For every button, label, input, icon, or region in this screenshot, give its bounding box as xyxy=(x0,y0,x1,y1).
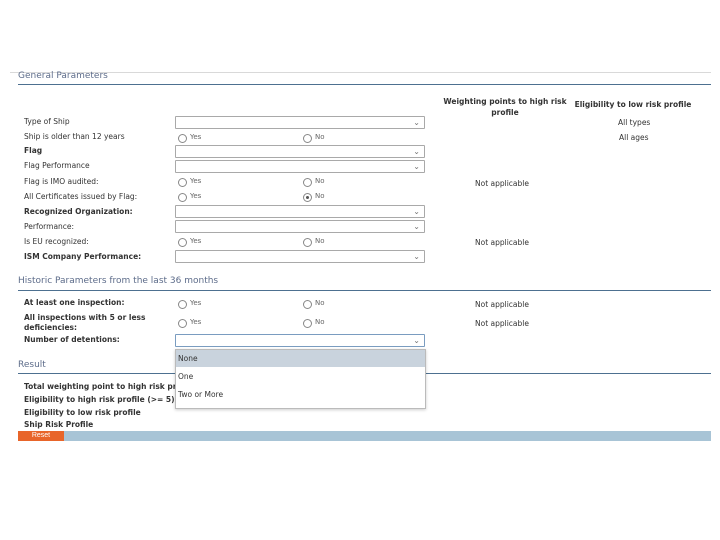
flag-imo-weighting: Not applicable xyxy=(475,179,529,188)
ism-performance-select[interactable]: ⌄ xyxy=(175,250,425,263)
historic-parameters-title: Historic Parameters from the last 36 mon… xyxy=(18,276,219,286)
inspection-weighting: Not applicable xyxy=(475,300,529,309)
ship-older-yes-radio[interactable] xyxy=(178,134,187,143)
inspection-no-label: No xyxy=(315,299,325,307)
total-weighting-label: Total weighting point to high risk profi… xyxy=(24,382,195,391)
certificates-yes-radio[interactable] xyxy=(178,193,187,202)
general-parameters-divider xyxy=(18,84,711,85)
certificates-yes-label: Yes xyxy=(190,192,202,200)
eu-no-radio[interactable] xyxy=(303,238,312,247)
flag-imo-label: Flag is IMO audited: xyxy=(24,177,99,186)
detention-option-none[interactable]: None xyxy=(176,350,425,367)
inspection-label: At least one inspection: xyxy=(24,298,125,307)
top-divider xyxy=(10,72,711,73)
type-of-ship-label: Type of Ship xyxy=(24,117,70,126)
chevron-down-icon: ⌄ xyxy=(413,162,420,171)
flag-imo-no-radio[interactable] xyxy=(303,178,312,187)
deficiencies-no-label: No xyxy=(315,318,325,326)
performance-label: Performance: xyxy=(24,222,75,231)
chevron-down-icon: ⌄ xyxy=(413,147,420,156)
flag-imo-no-label: No xyxy=(315,177,325,185)
eu-weighting: Not applicable xyxy=(475,238,529,247)
performance-select[interactable]: ⌄ xyxy=(175,220,425,233)
chevron-down-icon: ⌄ xyxy=(413,207,420,216)
ism-performance-label: ISM Company Performance: xyxy=(24,252,142,261)
detention-option-one[interactable]: One xyxy=(176,368,425,385)
detention-option-two-or-more[interactable]: Two or More xyxy=(176,386,425,403)
deficiencies-weighting: Not applicable xyxy=(475,319,529,328)
deficiencies-label: All inspections with 5 or less deficienc… xyxy=(24,313,146,332)
eligibility-column-header: Eligibility to low risk profile xyxy=(574,100,692,109)
chevron-down-icon: ⌄ xyxy=(413,118,420,127)
deficiencies-yes-radio[interactable] xyxy=(178,319,187,328)
general-parameters-title: General Parameters xyxy=(18,71,108,81)
eu-no-label: No xyxy=(315,237,325,245)
detentions-label: Number of detentions: xyxy=(24,335,120,344)
low-risk-eligibility-label: Eligibility to low risk profile xyxy=(24,408,141,417)
inspection-yes-label: Yes xyxy=(190,299,202,307)
chevron-down-icon: ⌄ xyxy=(413,252,420,261)
chevron-down-icon: ⌄ xyxy=(413,222,420,231)
flag-imo-yes-label: Yes xyxy=(190,177,202,185)
detentions-dropdown-list: None One Two or More xyxy=(175,349,426,409)
eu-recognized-label: Is EU recognized: xyxy=(24,237,89,246)
recognized-org-select[interactable]: ⌄ xyxy=(175,205,425,218)
deficiencies-yes-label: Yes xyxy=(190,318,202,326)
flag-imo-yes-radio[interactable] xyxy=(178,178,187,187)
chevron-down-icon: ⌄ xyxy=(413,336,420,345)
flag-performance-label: Flag Performance xyxy=(24,161,90,170)
flag-label: Flag xyxy=(24,146,43,155)
type-of-ship-select[interactable]: ⌄ xyxy=(175,116,425,129)
inspection-no-radio[interactable] xyxy=(303,300,312,309)
result-title: Result xyxy=(18,360,46,370)
recognized-org-label: Recognized Organization: xyxy=(24,207,133,216)
reset-button[interactable]: Reset xyxy=(18,431,64,441)
certificates-no-label: No xyxy=(315,192,325,200)
flag-select[interactable]: ⌄ xyxy=(175,145,425,158)
detentions-select[interactable]: ⌄ xyxy=(175,334,425,347)
inspection-yes-radio[interactable] xyxy=(178,300,187,309)
ship-older-no-label: No xyxy=(315,133,325,141)
ship-older-no-radio[interactable] xyxy=(303,134,312,143)
eu-yes-radio[interactable] xyxy=(178,238,187,247)
certificates-no-radio[interactable] xyxy=(303,193,312,202)
ship-older-eligibility: All ages xyxy=(619,133,649,142)
footer-bar xyxy=(18,431,711,441)
weighting-column-header: Weighting points to high risk profile xyxy=(443,97,567,117)
high-risk-eligibility-label: Eligibility to high risk profile (>= 5) xyxy=(24,395,175,404)
historic-parameters-divider xyxy=(18,290,711,291)
ship-older-label: Ship is older than 12 years xyxy=(24,132,125,141)
ship-older-yes-label: Yes xyxy=(190,133,202,141)
type-of-ship-eligibility: All types xyxy=(618,118,651,127)
deficiencies-no-radio[interactable] xyxy=(303,319,312,328)
flag-performance-select[interactable]: ⌄ xyxy=(175,160,425,173)
ship-risk-profile-label: Ship Risk Profile xyxy=(24,420,94,429)
certificates-flag-label: All Certificates issued by Flag: xyxy=(24,192,138,201)
eu-yes-label: Yes xyxy=(190,237,202,245)
